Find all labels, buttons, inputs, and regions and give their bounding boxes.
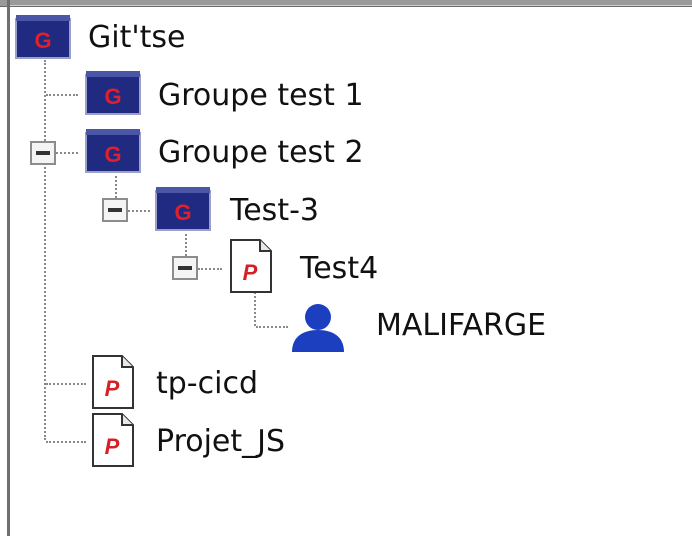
group-icon-letter: G (34, 28, 51, 53)
tree-connector (46, 441, 86, 443)
tree-node-label: Test-3 (230, 193, 319, 228)
project-icon-letter: P (105, 434, 120, 459)
collapse-toggle[interactable] (30, 141, 56, 165)
group-icon-letter: G (104, 142, 121, 167)
collapse-toggle[interactable] (172, 256, 198, 280)
project-icon: P (230, 239, 272, 293)
group-icon-letter: G (174, 200, 191, 225)
tree-connector (256, 326, 288, 328)
tree-node-label: Groupe test 2 (158, 135, 364, 170)
tree-node-label: Groupe test 1 (158, 78, 364, 113)
tree-connector (56, 152, 78, 154)
project-icon-letter: P (243, 260, 258, 285)
tree-connector (254, 292, 256, 326)
tree-connector (46, 94, 78, 96)
tree-node-label: MALIFARGE (376, 308, 547, 343)
group-icon-letter: G (104, 84, 121, 109)
collapse-toggle[interactable] (102, 198, 128, 222)
user-icon (292, 304, 344, 352)
group-icon: G (155, 187, 211, 231)
tree-connector (46, 383, 86, 385)
tree-view: G Git'tse G Groupe test 1 G Groupe test … (0, 0, 692, 536)
tree-node-label: Projet_JS (156, 424, 286, 459)
tree-connector (128, 210, 150, 212)
project-icon-letter: P (105, 376, 120, 401)
project-icon: P (92, 413, 134, 467)
group-icon: G (85, 71, 141, 115)
tree-connector (115, 176, 117, 198)
tree-node-label: Git'tse (88, 20, 186, 55)
tree-node-label: Test4 (300, 251, 379, 286)
tree-node-label: tp-cicd (156, 366, 258, 401)
tree-connector (185, 234, 187, 256)
group-icon: G (85, 129, 141, 173)
tree-connector (198, 268, 222, 270)
project-icon: P (92, 355, 134, 409)
group-icon: G (15, 15, 71, 59)
